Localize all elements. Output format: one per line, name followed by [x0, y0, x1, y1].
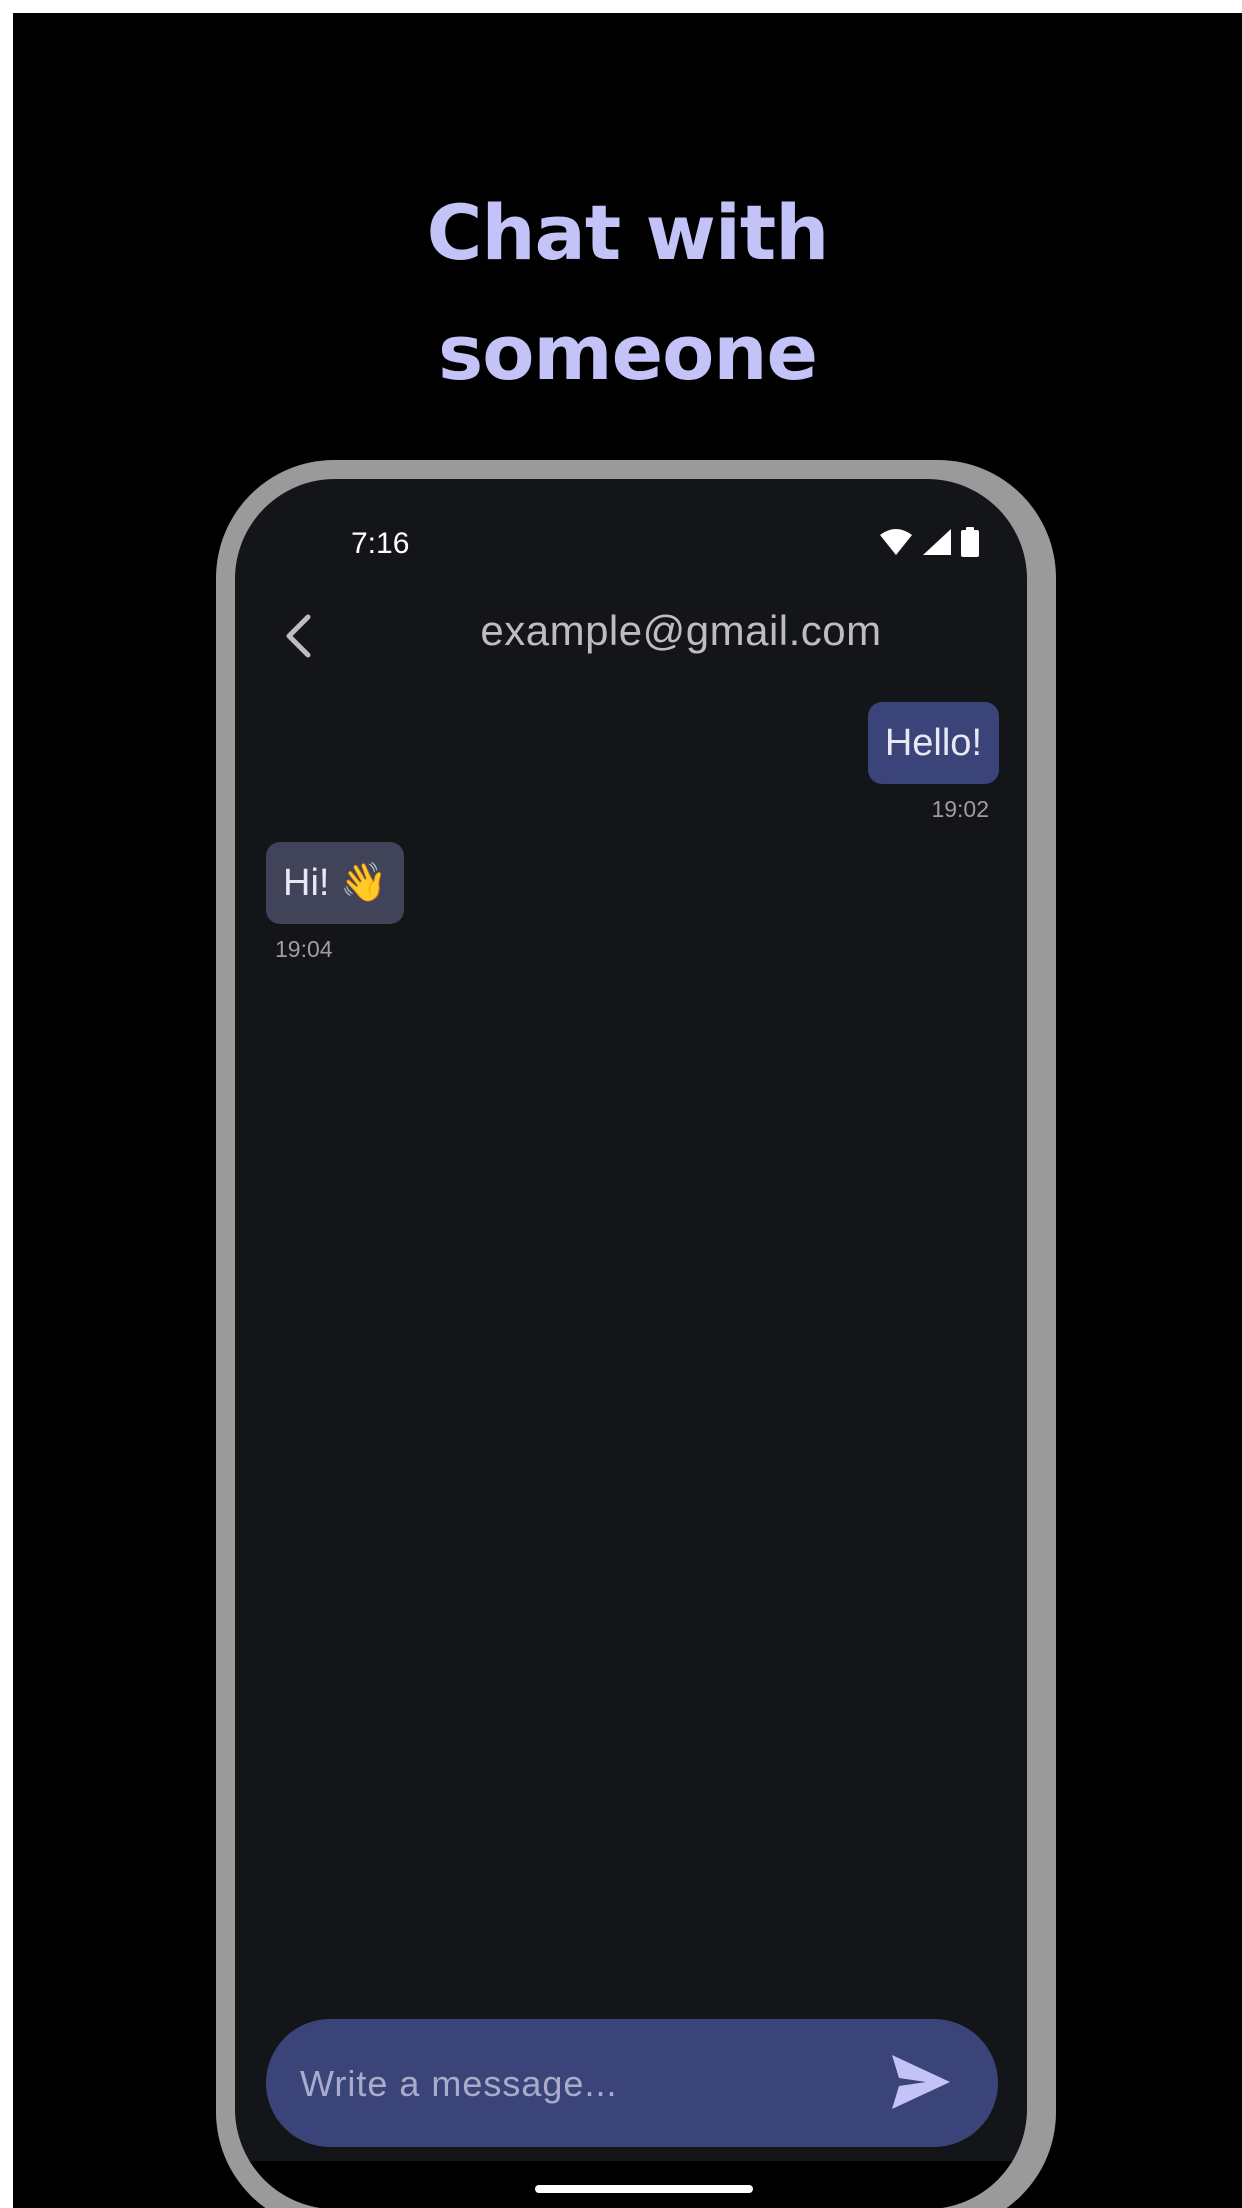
- signal-icon: [923, 529, 951, 555]
- chat-title: example@gmail.com: [480, 607, 882, 654]
- waving-hand-emoji: 👋: [340, 862, 388, 904]
- status-icons: [879, 527, 979, 557]
- status-time: 7:16: [351, 527, 410, 560]
- send-icon: [892, 2055, 950, 2109]
- promo-canvas: Chat with someone 7:16 example@gmail.com…: [13, 13, 1242, 2208]
- phone-frame: 7:16 example@gmail.com Hello! 19:02 Hi! …: [216, 460, 1056, 2208]
- message-time: 19:02: [931, 796, 989, 822]
- message-bubble-sent[interactable]: Hello!: [867, 702, 999, 784]
- battery-icon: [961, 527, 979, 557]
- wifi-icon: [880, 529, 912, 555]
- send-button[interactable]: [892, 2055, 950, 2109]
- promo-headline: Chat with someone: [13, 173, 1242, 413]
- message-input[interactable]: [298, 2019, 862, 2149]
- message-bubble-received[interactable]: Hi! 👋: [266, 842, 405, 924]
- message-text: Hello!: [884, 722, 982, 764]
- back-button[interactable]: [271, 609, 325, 663]
- message-time: 19:04: [275, 936, 333, 962]
- message-composer: [266, 2019, 998, 2149]
- promo-headline-line-2: someone: [437, 308, 818, 397]
- promo-headline-line-1: Chat with: [426, 188, 830, 277]
- message-text: Hi!: [283, 862, 330, 904]
- phone-screen: 7:16 example@gmail.com Hello! 19:02 Hi! …: [235, 479, 1027, 2208]
- chevron-left-icon: [286, 614, 311, 658]
- home-indicator[interactable]: [535, 2185, 753, 2193]
